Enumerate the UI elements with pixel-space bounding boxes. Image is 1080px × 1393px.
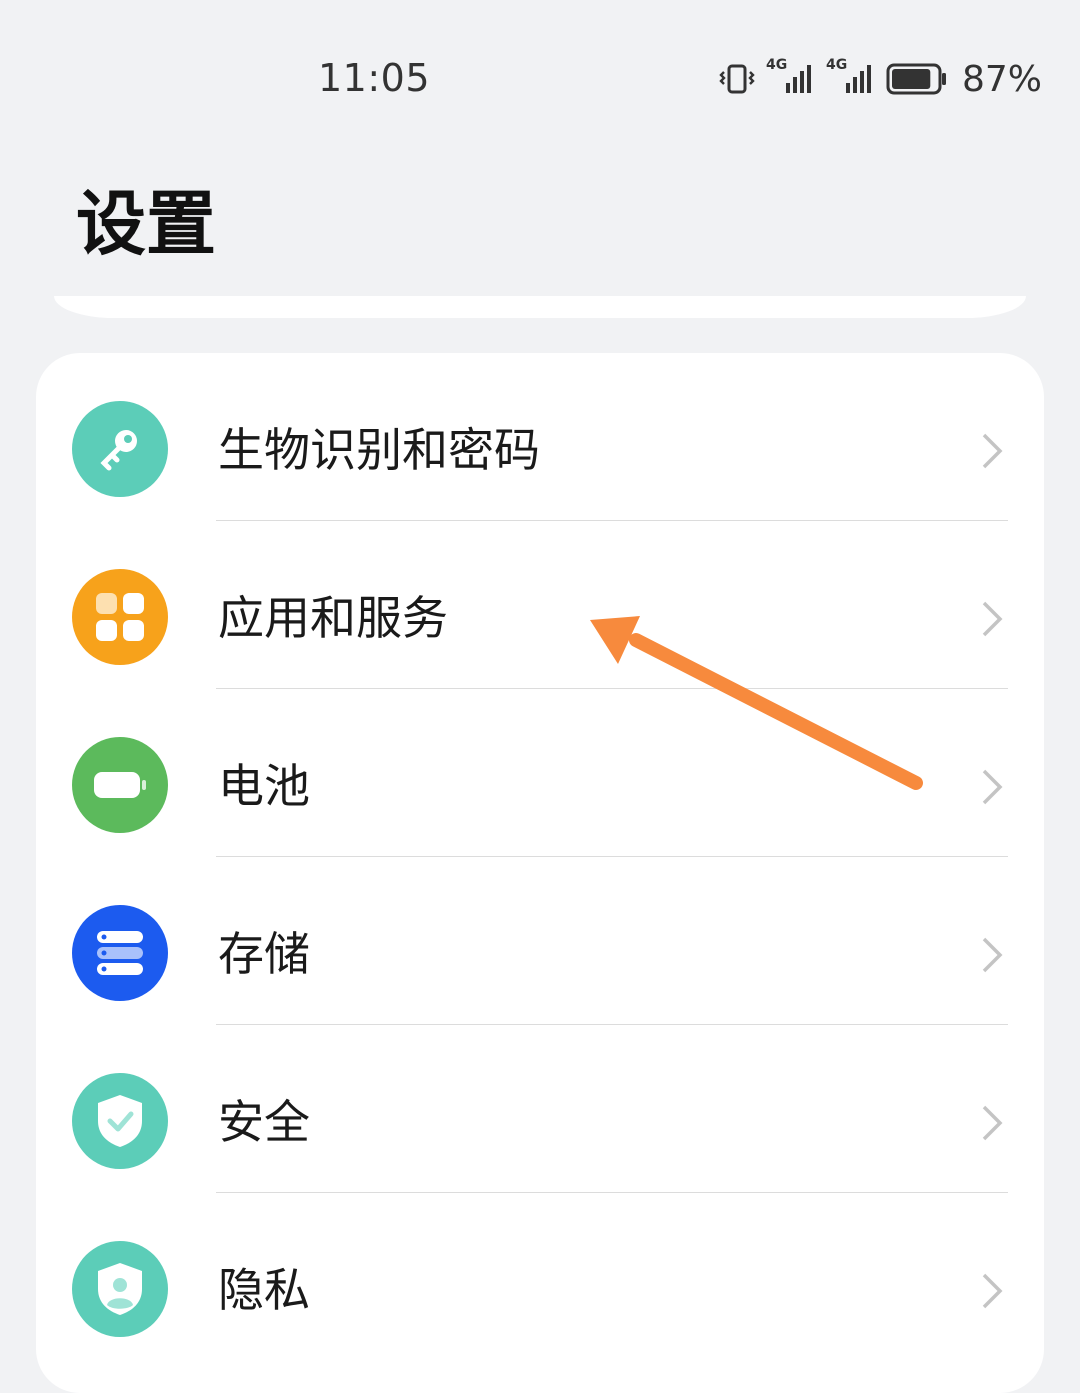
signal-icon: 4G	[766, 57, 816, 95]
chevron-right-icon	[982, 1273, 1003, 1309]
vibrate-icon	[718, 64, 756, 94]
settings-item-security[interactable]: 安全	[36, 1025, 1044, 1193]
chevron-right-icon	[982, 601, 1003, 637]
privacy-icon	[72, 1241, 168, 1337]
chevron-right-icon	[982, 433, 1003, 469]
battery-percent: 87%	[961, 58, 1042, 100]
key-icon	[72, 401, 168, 497]
settings-list: 生物识别和密码 应用和服务 电池 存储 安全 隐私	[36, 353, 1044, 1393]
settings-item-apps[interactable]: 应用和服务	[36, 521, 1044, 689]
settings-item-label: 隐私	[218, 1263, 310, 1317]
shield-icon	[72, 1073, 168, 1169]
signal-icon: 4G	[826, 57, 876, 95]
network-type-label: 4G	[765, 57, 788, 73]
settings-item-label: 电池	[218, 759, 310, 813]
apps-icon	[72, 569, 168, 665]
settings-item-battery[interactable]: 电池	[36, 689, 1044, 857]
chevron-right-icon	[982, 769, 1003, 805]
settings-item-label: 安全	[218, 1095, 310, 1149]
storage-icon	[72, 905, 168, 1001]
settings-item-label: 应用和服务	[218, 591, 448, 645]
battery-icon	[886, 63, 948, 95]
settings-item-storage[interactable]: 存储	[36, 857, 1044, 1025]
page-title: 设置	[76, 183, 216, 265]
chevron-right-icon	[982, 1105, 1003, 1141]
chevron-right-icon	[982, 937, 1003, 973]
battery-icon	[72, 737, 168, 833]
network-type-label: 4G	[825, 57, 848, 73]
settings-item-biometrics[interactable]: 生物识别和密码	[36, 353, 1044, 521]
settings-item-label: 存储	[218, 927, 310, 981]
settings-item-label: 生物识别和密码	[218, 423, 540, 477]
search-bar[interactable]	[54, 296, 1026, 318]
status-time: 11:05	[318, 56, 431, 100]
status-icons: 4G 4G 87%	[718, 57, 1042, 100]
settings-item-privacy[interactable]: 隐私	[36, 1193, 1044, 1361]
